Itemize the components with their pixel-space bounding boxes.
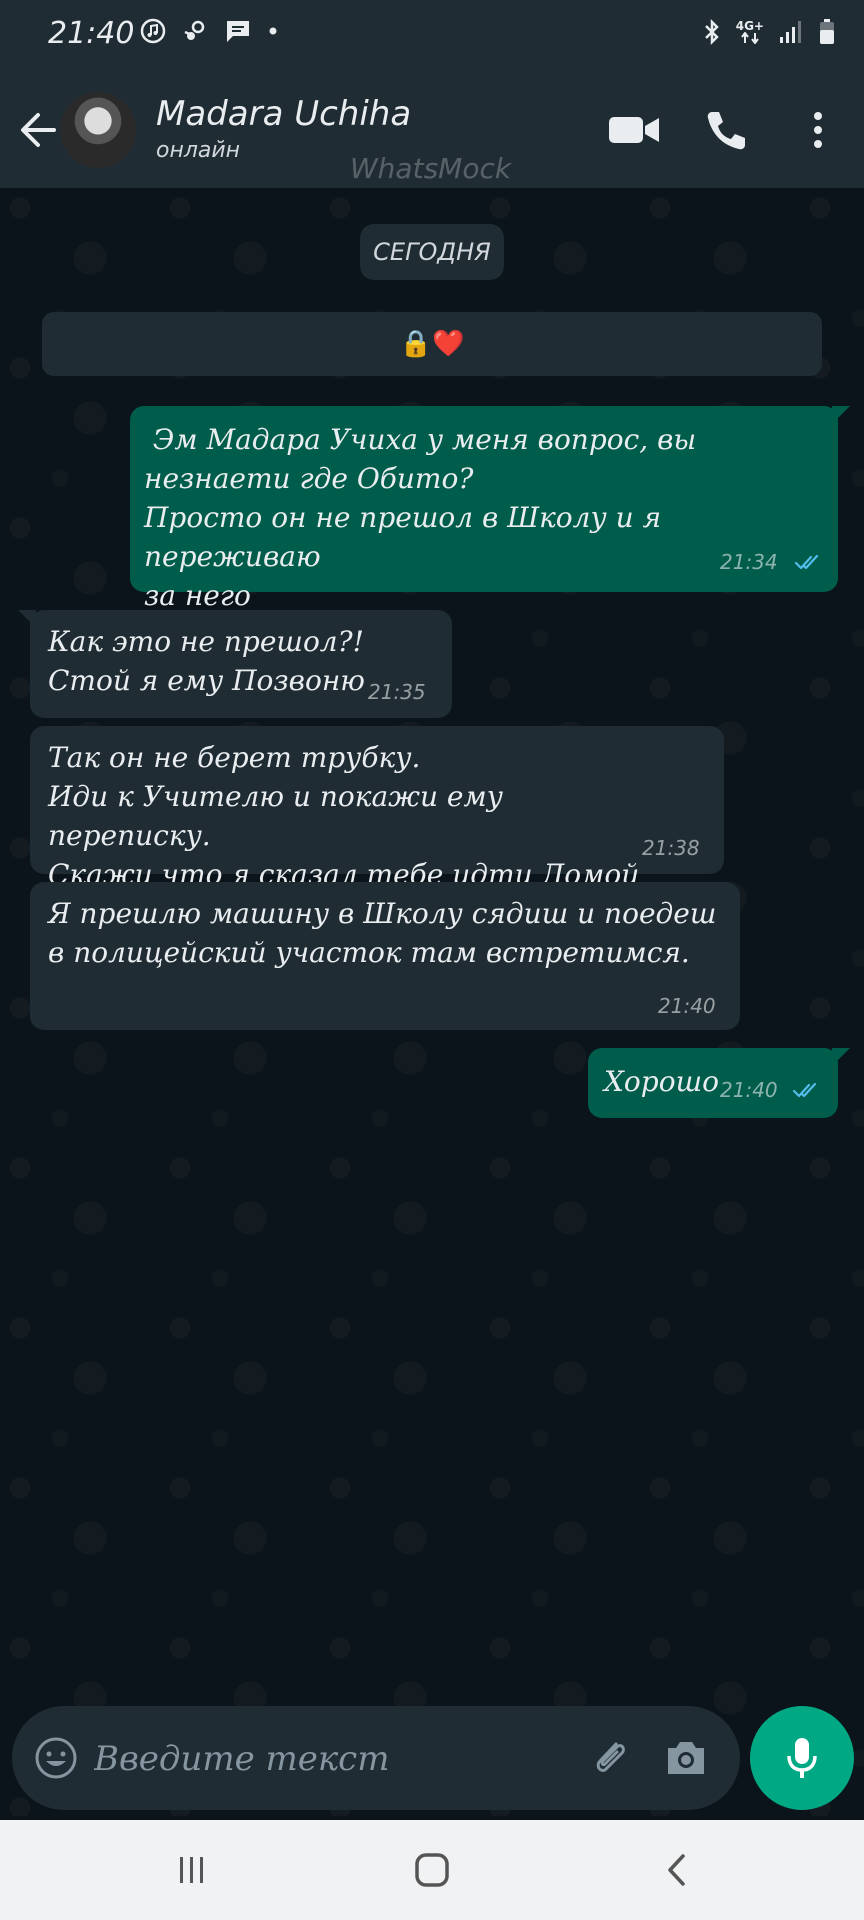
- encryption-notice[interactable]: 🔒❤️: [42, 312, 822, 376]
- chat-area[interactable]: СЕГОДНЯ 🔒❤️ Эм Мадара Учиха у меня вопро…: [0, 188, 864, 1816]
- attach-icon[interactable]: [586, 1734, 634, 1782]
- system-nav-bar: [0, 1820, 864, 1920]
- steam-icon: [182, 18, 208, 44]
- phone-icon[interactable]: [696, 100, 756, 160]
- music-note-icon: [140, 18, 166, 44]
- message-bubble-outgoing[interactable]: Хорошо 21:40: [588, 1048, 850, 1118]
- message-time: 21:35: [368, 680, 426, 704]
- message-time: 21:40: [720, 1078, 778, 1102]
- message-bubble-outgoing[interactable]: Эм Мадара Учиха у меня вопрос, вы незнае…: [130, 406, 850, 612]
- read-ticks-icon: [792, 1082, 817, 1098]
- network-arrows-icon: 4G+: [736, 20, 764, 44]
- watermark: WhatsMock: [350, 152, 512, 185]
- message-text: Хорошо: [604, 1065, 719, 1098]
- status-time: 21:40: [48, 16, 135, 51]
- contact-status: онлайн: [156, 138, 241, 163]
- status-system-icons: 4G+: [702, 18, 836, 46]
- date-divider: СЕГОДНЯ: [360, 224, 504, 280]
- network-type: 4G+: [735, 19, 764, 33]
- message-bubble-incoming[interactable]: Так он не берет трубку. Иди к Учителю и …: [30, 726, 724, 891]
- message-text: Эм Мадара Учиха у меня вопрос, вы незнае…: [144, 423, 697, 612]
- emoji-icon[interactable]: [34, 1736, 78, 1780]
- back-arrow-icon[interactable]: [16, 102, 60, 158]
- signal-icon: [778, 19, 804, 45]
- message-text: Я прешлю машину в Школу сядиш и поедеш в…: [48, 897, 717, 969]
- message-time: 21:38: [642, 836, 700, 860]
- status-notification-icons: [140, 18, 278, 44]
- message-text: Так он не берет трубку. Иди к Учителю и …: [48, 741, 640, 891]
- message-bubble-incoming[interactable]: Как это не прешол?! Стой я ему Позвоню 2…: [18, 610, 452, 718]
- message-input-bar: [12, 1706, 740, 1810]
- more-vert-icon[interactable]: [788, 100, 848, 160]
- status-bar: 21:40 4G+: [0, 0, 864, 72]
- video-call-icon[interactable]: [604, 100, 664, 160]
- bubble-tail: [18, 610, 36, 628]
- chat-header: Madara Uchiha онлайн WhatsMock: [0, 72, 864, 188]
- home-icon[interactable]: [410, 1848, 454, 1892]
- message-bubble-incoming[interactable]: Я прешлю машину в Школу сядиш и поедеш в…: [30, 882, 740, 1030]
- dot-icon: [268, 26, 278, 36]
- read-ticks-icon: [794, 554, 819, 570]
- camera-icon[interactable]: [662, 1734, 710, 1782]
- message-icon: [224, 18, 252, 44]
- recents-icon[interactable]: [170, 1848, 214, 1892]
- avatar[interactable]: [60, 92, 136, 168]
- encryption-notice-text: 🔒❤️: [399, 329, 465, 359]
- back-icon[interactable]: [655, 1848, 699, 1892]
- message-input[interactable]: [92, 1728, 566, 1790]
- bubble-tail: [832, 1048, 850, 1066]
- message-time: 21:40: [658, 994, 716, 1018]
- contact-name[interactable]: Madara Uchiha: [156, 94, 411, 134]
- message-time: 21:34: [720, 550, 778, 574]
- battery-icon: [818, 18, 836, 46]
- bluetooth-icon: [702, 18, 722, 46]
- mic-icon: [787, 1738, 817, 1778]
- bubble-tail: [832, 406, 850, 424]
- mic-button[interactable]: [750, 1706, 854, 1810]
